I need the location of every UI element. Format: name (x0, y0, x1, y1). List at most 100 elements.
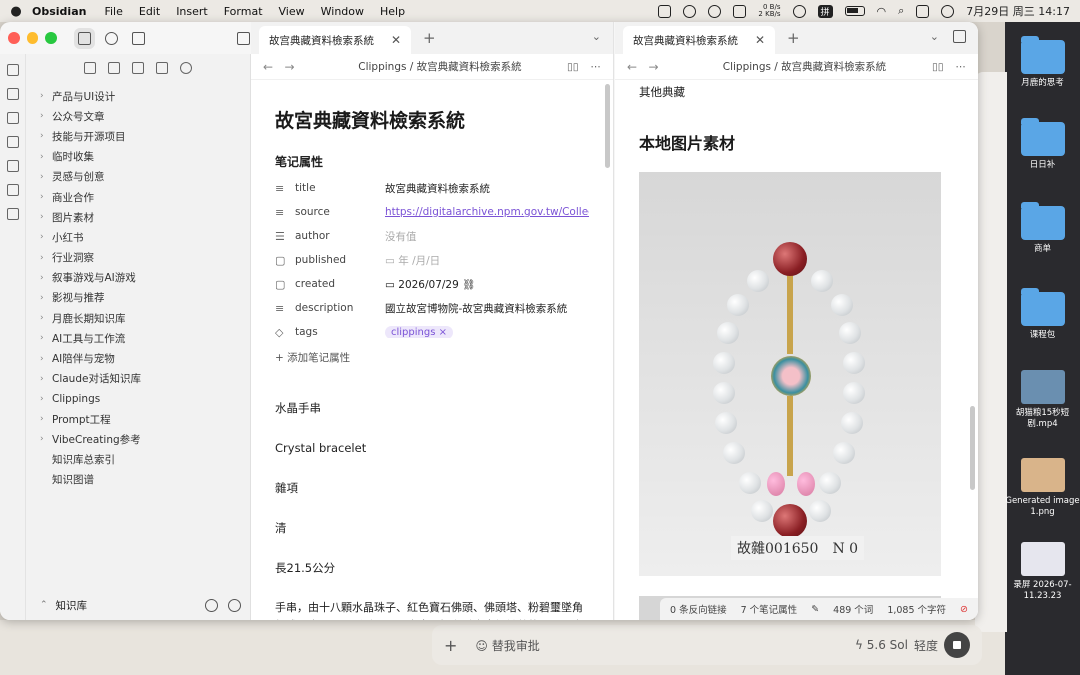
property-created[interactable]: ▢ created ▭ 2026/07/29 ⛓ (275, 272, 589, 296)
wifi-icon[interactable]: ◠ (877, 5, 887, 18)
new-folder-icon[interactable] (108, 62, 120, 74)
tree-file[interactable]: 知识图谱 (26, 470, 250, 490)
desktop-file[interactable]: Generated image 1.png (1005, 458, 1080, 518)
scrollbar[interactable] (605, 84, 610, 168)
desktop-folder[interactable]: 月鹿的思考 (1005, 36, 1080, 89)
tag-pill[interactable]: clippings × (385, 326, 453, 338)
tree-folder[interactable]: › 行业洞察 (26, 248, 250, 268)
desktop-folder[interactable]: 课程包 (1005, 288, 1080, 341)
property-author[interactable]: ☰ author 没有值 (275, 224, 589, 248)
menu-edit[interactable]: Edit (139, 5, 160, 18)
edit-icon[interactable]: ✎ (811, 604, 819, 615)
sync-off-icon[interactable]: ⊘ (960, 604, 968, 615)
tab-note[interactable]: 故宫典藏資料檢索系統 ✕ (623, 26, 775, 54)
desktop-file[interactable]: 胡猫粮15秒短剧.mp4 (1005, 370, 1080, 430)
shield-icon[interactable] (683, 4, 697, 18)
close-icon[interactable]: ✕ (755, 33, 765, 47)
desktop-folder[interactable]: 商单 (1005, 202, 1080, 255)
tree-folder[interactable]: › 影视与推荐 (26, 288, 250, 308)
battery-icon[interactable] (844, 6, 865, 16)
close-window-button[interactable] (8, 32, 20, 44)
effort-selector[interactable]: 轻度 (914, 637, 938, 654)
model-selector[interactable]: ϟ 5.6 Sol (855, 638, 908, 652)
property-description[interactable]: ≡ description 國立故宮博物院-故宮典藏資料檢索系統 (275, 296, 589, 320)
screenshot-icon[interactable] (733, 4, 747, 18)
tree-folder[interactable]: › 月鹿长期知识库 (26, 308, 250, 328)
tree-folder[interactable]: › AI陪伴与宠物 (26, 348, 250, 368)
property-source[interactable]: ≡ source https://digitalarchive.npm.gov.… (275, 200, 589, 224)
tree-folder[interactable]: › AI工具与工作流 (26, 328, 250, 348)
property-tags[interactable]: ◇ tags clippings × (275, 320, 589, 344)
sidebar-toggle-icon[interactable] (237, 31, 251, 45)
tree-folder[interactable]: › Clippings (26, 389, 250, 409)
bracelet-image[interactable]: 故雜001650 N 0 (639, 172, 941, 576)
calendar-icon[interactable] (6, 136, 19, 148)
drive-icon[interactable] (658, 4, 672, 18)
new-note-icon[interactable] (84, 62, 96, 74)
property-link-value[interactable]: https://digitalarchive.npm.gov.tw/Collec (385, 206, 589, 218)
graph-icon[interactable] (6, 88, 19, 100)
gear-icon[interactable] (228, 598, 241, 612)
close-icon[interactable]: ✕ (391, 33, 401, 47)
more-options-icon[interactable]: ⋯ (956, 61, 967, 73)
bookmark-icon[interactable] (132, 31, 146, 45)
user-icon[interactable] (792, 4, 806, 18)
tree-folder[interactable]: › 图片素材 (26, 207, 250, 227)
search-icon[interactable] (105, 31, 119, 45)
nav-arrows[interactable]: ← → (627, 60, 677, 74)
search-icon[interactable]: ⌕ (898, 4, 904, 18)
chevron-down-icon[interactable]: ⌄ (592, 30, 601, 43)
folder-icon[interactable] (74, 27, 96, 49)
control-center-icon[interactable] (916, 4, 930, 18)
stop-button[interactable] (944, 632, 970, 658)
tab-note[interactable]: 故宫典藏資料檢索系統 ✕ (259, 26, 411, 54)
tree-folder[interactable]: › Claude对话知识库 (26, 369, 250, 389)
menu-file[interactable]: File (104, 5, 122, 18)
menubar-clock[interactable]: 7月29日 周三 14:17 (966, 3, 1070, 19)
vault-switcher[interactable]: ⌃ 知识库 (26, 590, 251, 620)
help-icon[interactable] (205, 598, 218, 612)
tree-folder[interactable]: › 灵感与创意 (26, 167, 250, 187)
apple-icon[interactable]: ● (0, 4, 32, 19)
tree-folder[interactable]: › 叙事游戏与AI游戏 (26, 268, 250, 288)
tree-folder[interactable]: › 技能与开源项目 (26, 126, 250, 146)
input-method-badge[interactable]: 拼 (817, 4, 833, 18)
sidebar-toggle-icon[interactable] (953, 30, 966, 43)
review-button[interactable]: ☺ 替我审批 (475, 637, 539, 654)
add-property-button[interactable]: + 添加笔记属性 (275, 350, 589, 365)
collapse-all-icon[interactable] (180, 62, 192, 74)
property-value[interactable]: 故宮典藏資料檢索系統 (385, 181, 589, 196)
breadcrumb[interactable]: Clippings / 故宫典藏資料檢索系統 (677, 59, 932, 74)
tree-folder[interactable]: › 产品与UI设计 (26, 86, 250, 106)
tree-folder[interactable]: › Prompt工程 (26, 409, 250, 429)
tree-folder[interactable]: › 公众号文章 (26, 106, 250, 126)
tree-folder[interactable]: › 小红书 (26, 227, 250, 247)
note-title[interactable]: 故宮典藏資料檢索系統 (275, 106, 589, 133)
desktop-file[interactable]: 录屏 2026-07-11.23.23 (1005, 542, 1080, 602)
sort-icon[interactable] (132, 62, 144, 74)
wechat-icon[interactable] (708, 4, 722, 18)
siri-icon[interactable] (941, 4, 955, 18)
property-published[interactable]: ▢ published ▭ 年 /月/日 (275, 248, 589, 272)
property-value[interactable]: 没有值 (385, 229, 589, 244)
breadcrumb[interactable]: Clippings / 故宫典藏資料檢索系統 (313, 59, 567, 74)
terminal-icon[interactable] (6, 184, 19, 196)
menu-help[interactable]: Help (380, 5, 405, 18)
date-input[interactable]: ▭ 年 /月/日 (385, 253, 589, 268)
menu-insert[interactable]: Insert (176, 5, 208, 18)
auto-reveal-icon[interactable] (156, 62, 168, 74)
chevron-down-icon[interactable]: ⌄ (930, 30, 939, 43)
new-tab-icon[interactable]: + (787, 29, 800, 47)
date-input[interactable]: ▭ 2026/07/29 ⛓ (385, 278, 589, 291)
tree-folder[interactable]: › VibeCreating参考 (26, 429, 250, 449)
menu-app-name[interactable]: Obsidian (32, 5, 86, 18)
new-tab-icon[interactable]: + (423, 29, 436, 47)
backlinks-count[interactable]: 0 条反向链接 (670, 602, 727, 616)
list-icon[interactable] (6, 208, 19, 220)
copy-icon[interactable] (6, 160, 19, 172)
nav-arrows[interactable]: ← → (263, 60, 313, 74)
more-options-icon[interactable]: ⋯ (591, 61, 602, 73)
tree-folder[interactable]: › 商业合作 (26, 187, 250, 207)
menu-view[interactable]: View (279, 5, 305, 18)
menu-window[interactable]: Window (321, 5, 364, 18)
